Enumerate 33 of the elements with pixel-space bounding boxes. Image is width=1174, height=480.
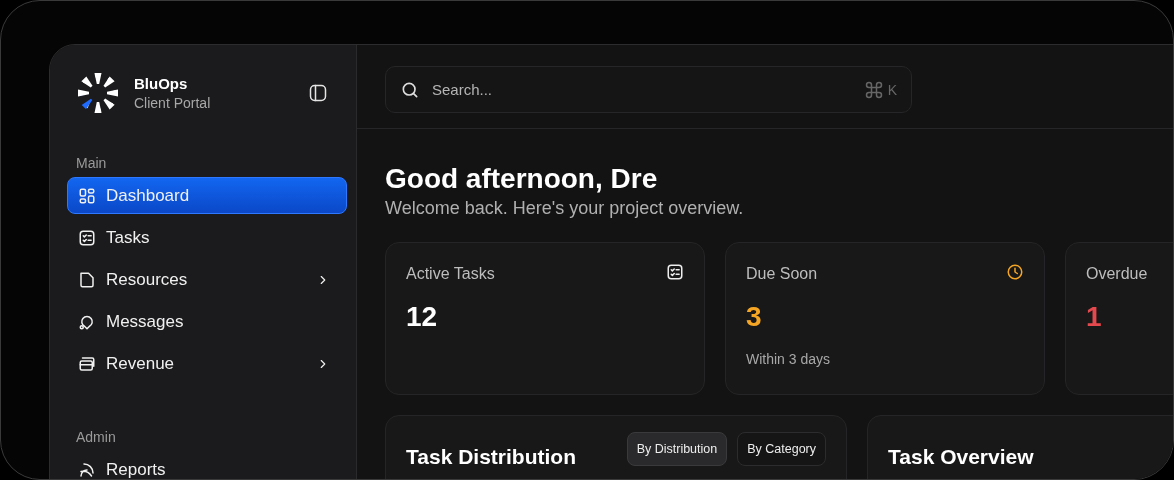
brand-name: BluOps [134,75,189,92]
nav-item[interactable]: Revenue [67,345,347,382]
shortcut-hint: K [863,79,897,100]
tab[interactable]: By Category [737,432,826,466]
greeting-title: Good afternoon, Dre [385,163,659,195]
brand-subtitle: Client Portal [134,95,212,111]
stat-value: 1 [1086,301,1103,333]
stat-label: Active Tasks [406,265,495,283]
tab[interactable]: By Distribution [626,432,728,466]
nav-item[interactable]: Resources [67,261,347,298]
panel-title: Task Overview [888,445,1035,469]
section-label: Main [75,155,108,171]
panel-title: Task Distribution [406,445,577,469]
clock-icon [1006,263,1024,281]
folder-icon [78,270,96,289]
checklist-icon [78,228,96,247]
stat-value: 3 [746,301,763,333]
logo-icon [76,71,120,115]
stat-label: Overdue [1086,265,1148,283]
sidebar-toggle-icon[interactable] [308,83,328,103]
search-input[interactable]: Search... [430,80,854,99]
stat-note: Within 3 days [746,351,832,367]
checklist-icon [666,263,684,281]
nav-item[interactable]: Messages [67,303,347,340]
nav-item[interactable]: Reports [67,451,347,479]
nav-item[interactable]: Dashboard [67,177,347,214]
section-label: Admin [75,429,117,445]
stat-value: 12 [406,301,439,333]
stat-label: Due Soon [746,265,818,283]
nav-item[interactable]: Tasks [67,219,347,256]
cards-icon [78,354,96,373]
greeting-subtitle: Welcome back. Here's your project overview. [385,198,745,219]
grid-icon [78,186,96,205]
